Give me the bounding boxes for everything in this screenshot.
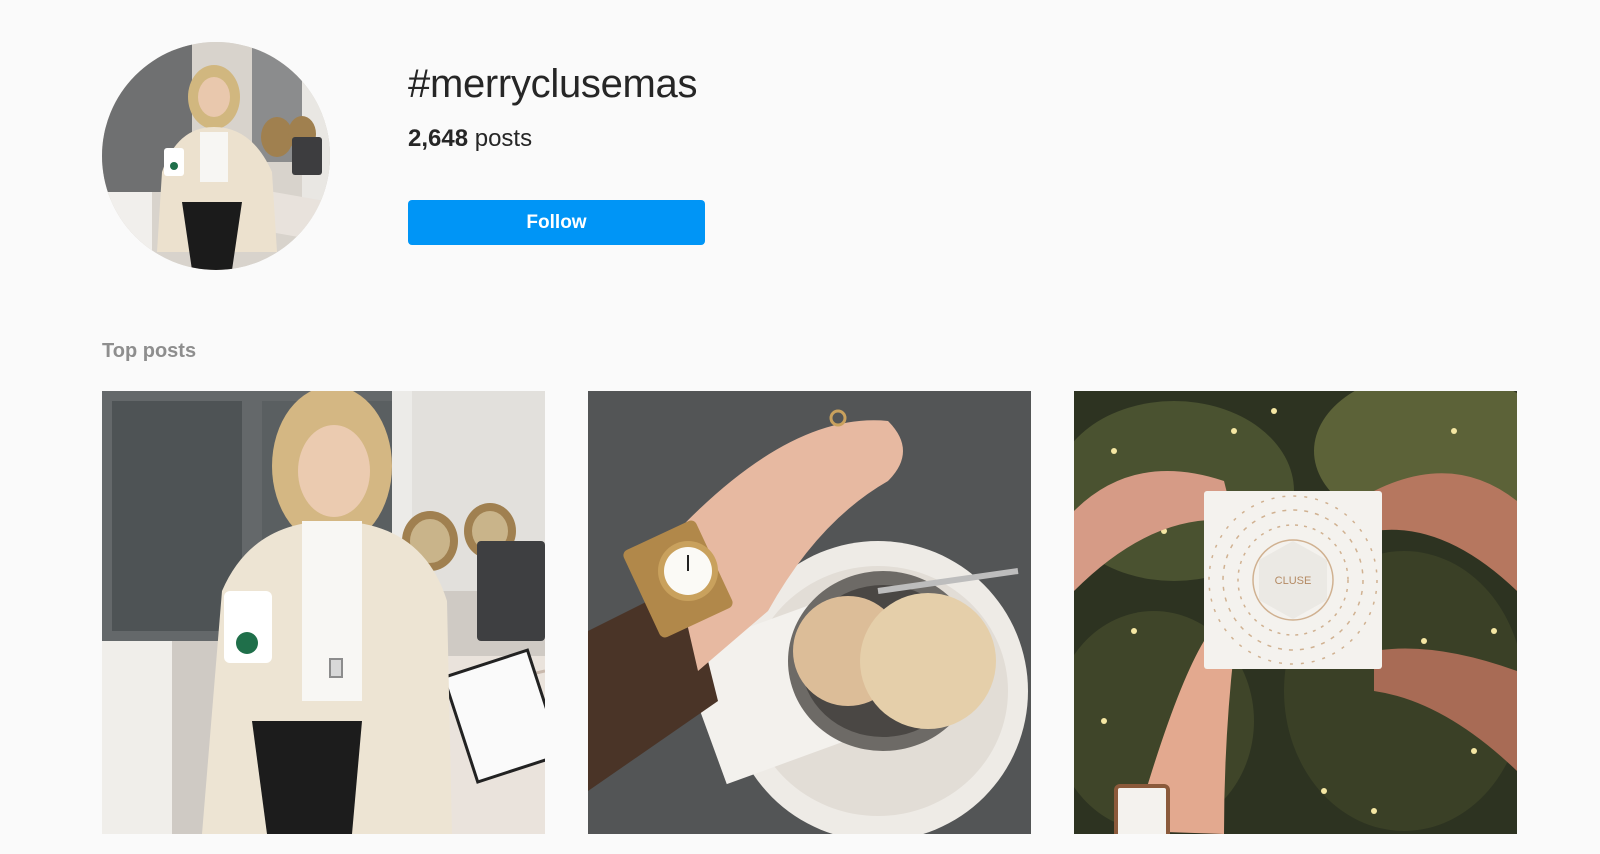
post-image-watch-ice-cream (588, 391, 1031, 834)
post-image-gift-box: CLUSE (1074, 391, 1517, 834)
gift-box-brand: CLUSE (1275, 575, 1312, 587)
top-posts-heading: Top posts (102, 340, 197, 362)
top-post-3[interactable]: CLUSE (1074, 391, 1517, 834)
hashtag-title: #merryclusemas (408, 62, 698, 106)
post-image-woman-cafe (102, 391, 545, 834)
top-posts-grid: CLUSE (102, 391, 1517, 834)
post-count: 2,648 posts (408, 125, 532, 153)
follow-button[interactable]: Follow (408, 200, 705, 245)
top-post-1[interactable] (102, 391, 545, 834)
post-count-number: 2,648 (408, 125, 469, 152)
avatar-image (102, 42, 330, 270)
hashtag-avatar (102, 42, 330, 270)
top-post-2[interactable] (588, 391, 1031, 834)
hashtag-page: #merryclusemas 2,648 posts Follow Top po… (0, 0, 1600, 854)
post-count-label: posts (474, 125, 533, 152)
